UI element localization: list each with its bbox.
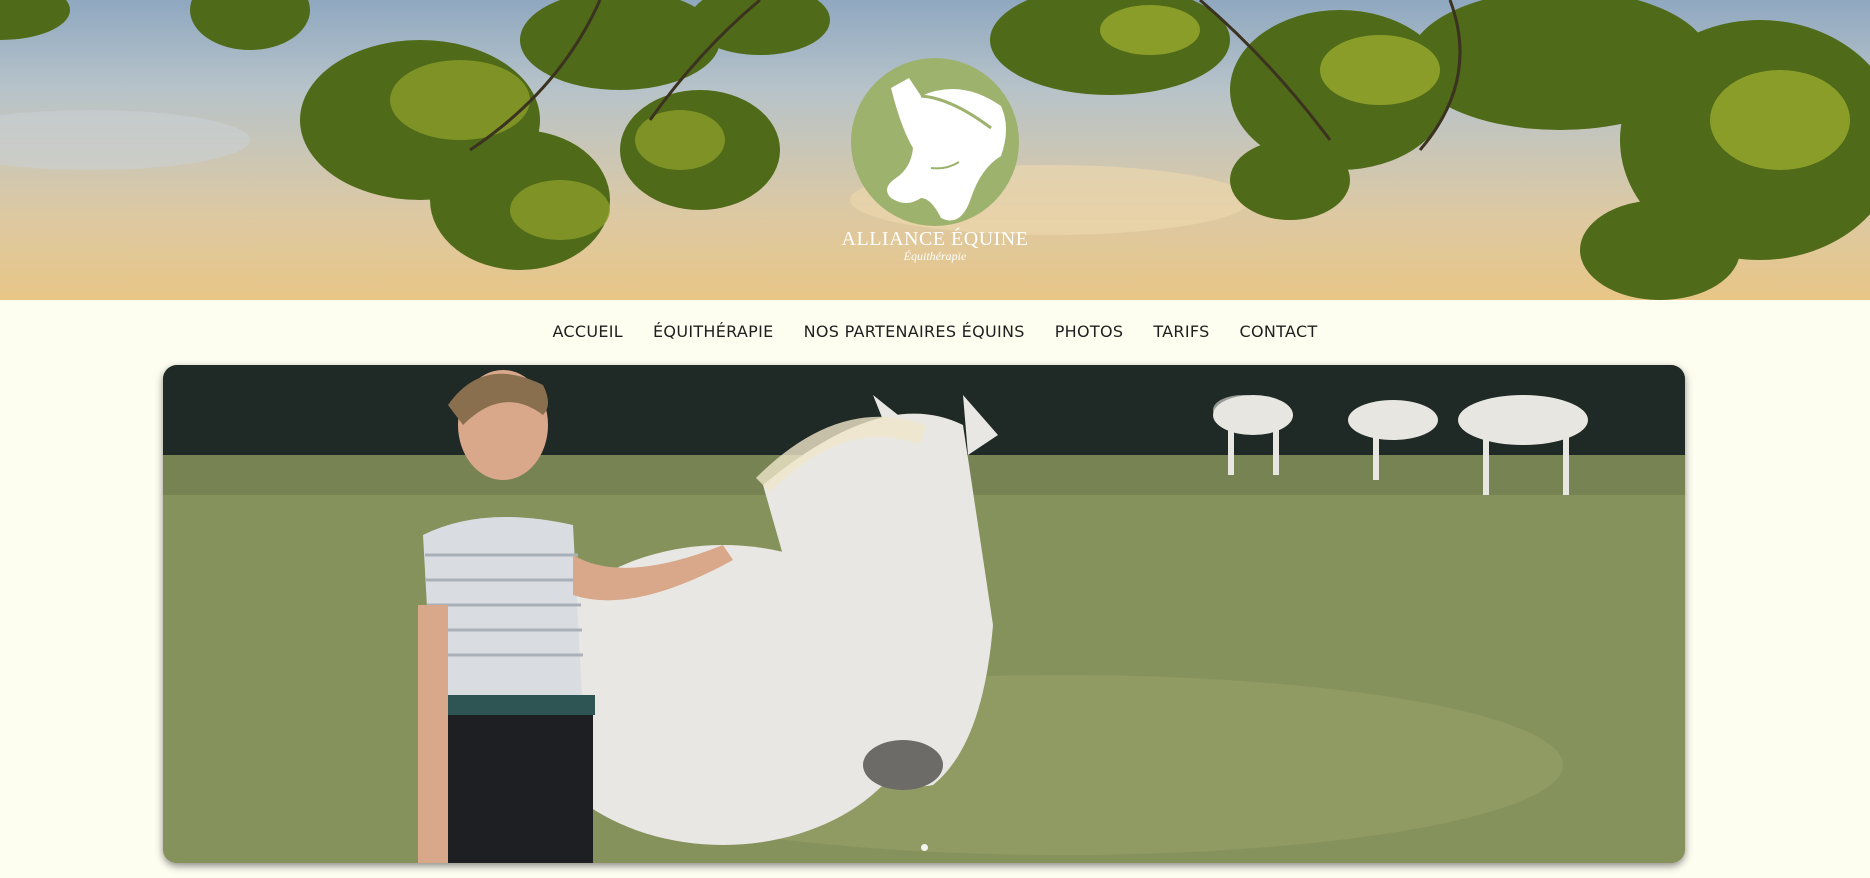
brand-tagline: Équithérapie bbox=[903, 249, 967, 263]
horse-logo-icon bbox=[851, 58, 1019, 226]
brand-name: ALLIANCE ÉQUINE bbox=[841, 228, 1029, 250]
nav-item-accueil[interactable]: ACCUEIL bbox=[537, 318, 638, 345]
hero-banner: ALLIANCE ÉQUINE Équithérapie bbox=[0, 0, 1870, 300]
slideshow[interactable] bbox=[163, 365, 1685, 863]
nav-item-photos[interactable]: PHOTOS bbox=[1040, 318, 1139, 345]
nav-item-contact[interactable]: CONTACT bbox=[1225, 318, 1333, 345]
nav-item-partenaires[interactable]: NOS PARTENAIRES ÉQUINS bbox=[789, 318, 1040, 345]
site-logo[interactable]: ALLIANCE ÉQUINE Équithérapie bbox=[0, 58, 1870, 264]
slide-image bbox=[163, 365, 1685, 863]
nav-item-equitherapie[interactable]: ÉQUITHÉRAPIE bbox=[638, 318, 789, 345]
slideshow-pagination bbox=[163, 844, 1685, 851]
slide-dot[interactable] bbox=[920, 844, 928, 851]
nav-item-tarifs[interactable]: TARIFS bbox=[1138, 318, 1224, 345]
main-navigation: ACCUEIL ÉQUITHÉRAPIE NOS PARTENAIRES ÉQU… bbox=[0, 318, 1870, 345]
